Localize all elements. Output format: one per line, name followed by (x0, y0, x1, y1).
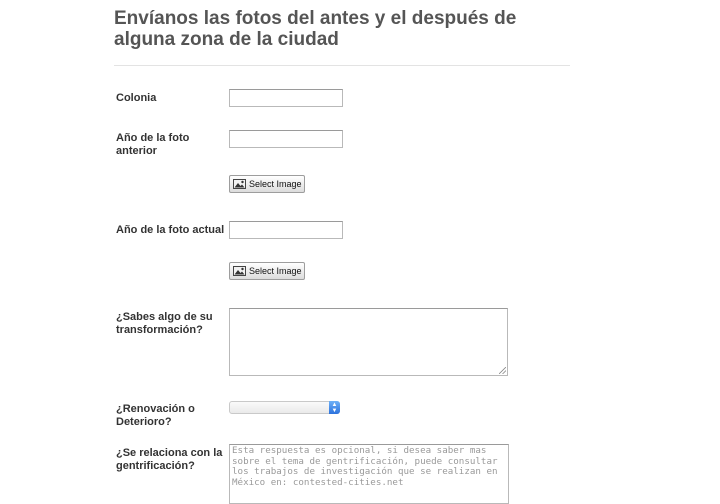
anio-anterior-label: Año de la foto anterior (116, 132, 190, 157)
select-arrows-icon: ▲ ▼ (329, 401, 340, 414)
transformacion-label: ¿Sabes algo de su transformación? (116, 311, 213, 336)
gentrificacion-label: ¿Se relaciona con la gentrificación? (116, 447, 223, 472)
anio-actual-label: Año de la foto actual (116, 224, 225, 236)
image-icon (233, 179, 246, 189)
transformacion-textarea[interactable] (229, 308, 508, 376)
image-icon (233, 266, 246, 276)
resize-grip-icon[interactable] (499, 367, 506, 374)
gentrificacion-textarea[interactable]: Esta respuesta es opcional, si desea sab… (229, 444, 509, 504)
form-title: Envíanos las fotos del antes y el despué… (114, 8, 517, 50)
title-divider (114, 65, 570, 66)
colonia-label: Colonia (116, 92, 157, 104)
renovacion-select[interactable]: ▲ ▼ (229, 401, 340, 414)
select-image-actual-button[interactable]: Select Image (229, 262, 305, 280)
select-image-actual-label: Select Image (249, 266, 302, 276)
select-image-anterior-button[interactable]: Select Image (229, 175, 305, 193)
select-image-anterior-label: Select Image (249, 179, 302, 189)
anio-anterior-input[interactable] (229, 130, 343, 148)
renovacion-label: ¿Renovación o Deterioro? (116, 403, 195, 428)
colonia-input[interactable] (229, 89, 343, 107)
anio-actual-input[interactable] (229, 221, 343, 239)
